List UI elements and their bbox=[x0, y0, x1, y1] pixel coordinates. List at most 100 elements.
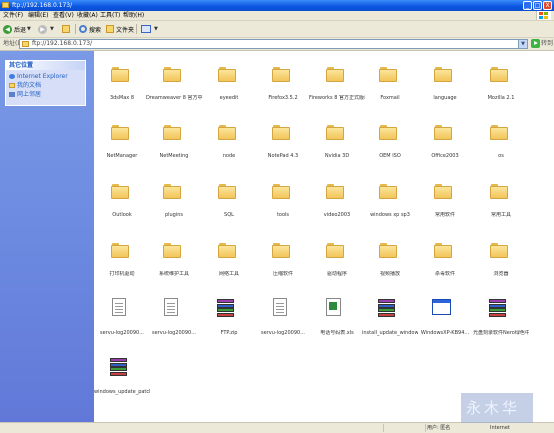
address-bar: 地址(D) ftp://192.168.0.173/ ▼ 转到 bbox=[0, 38, 554, 51]
file-item[interactable]: Office2003 bbox=[417, 109, 473, 167]
file-item[interactable]: Fireworks 8 官方正式版和注册 bbox=[309, 51, 365, 109]
file-item[interactable]: 常用工具 bbox=[473, 168, 529, 226]
file-name: NetManager bbox=[106, 153, 138, 159]
file-item[interactable]: Foxmail bbox=[362, 51, 418, 109]
folders-button[interactable]: 文件夹 bbox=[106, 24, 134, 34]
network-places-icon bbox=[9, 92, 15, 97]
back-arrow-icon: ◀ bbox=[3, 24, 12, 34]
file-item[interactable]: language bbox=[417, 51, 473, 109]
file-name: 浏览器 bbox=[493, 271, 509, 277]
chevron-down-icon: ▼ bbox=[154, 26, 158, 32]
file-item[interactable]: 网络工具 bbox=[201, 227, 257, 285]
file-item[interactable]: 视频播放 bbox=[362, 227, 418, 285]
maximize-button[interactable]: □ bbox=[533, 1, 542, 10]
task-link-my-documents[interactable]: 我的文档 bbox=[9, 82, 41, 89]
file-name: install_update_windows... bbox=[362, 330, 418, 336]
file-name: 杀毒软件 bbox=[434, 271, 455, 277]
folder-icon bbox=[163, 243, 181, 258]
file-item[interactable]: windows_update_patch... bbox=[94, 345, 150, 403]
folders-icon bbox=[106, 25, 114, 33]
file-name: FTP.zip bbox=[220, 330, 238, 336]
task-link-internet-explorer[interactable]: Internet Explorer bbox=[9, 73, 68, 80]
other-places-title[interactable]: 其它位置 bbox=[6, 61, 85, 70]
file-item[interactable]: 系统维护工具 bbox=[146, 227, 202, 285]
file-item[interactable]: 压缩软件 bbox=[255, 227, 311, 285]
task-pane: 其它位置 Internet Explorer 我的文档 网上邻居 bbox=[0, 51, 94, 422]
menu-edit[interactable]: 编辑(E) bbox=[28, 12, 48, 19]
file-item[interactable]: servu-log20090... bbox=[146, 286, 202, 344]
file-item[interactable]: NetMeeting bbox=[146, 109, 202, 167]
file-item[interactable]: Mozilla 2.1 bbox=[473, 51, 529, 109]
file-item[interactable]: FTP.zip bbox=[201, 286, 257, 344]
file-item[interactable]: servu-log20090... bbox=[255, 286, 311, 344]
file-name: 常用工具 bbox=[490, 212, 511, 218]
address-input[interactable]: ftp://192.168.0.173/ ▼ bbox=[19, 39, 528, 49]
file-item[interactable]: 光盘刻录软件Nero绿色中文版.rar bbox=[473, 286, 529, 344]
file-item[interactable]: 驱动程序 bbox=[309, 227, 365, 285]
file-item[interactable]: install_update_windows... bbox=[362, 286, 418, 344]
file-item[interactable]: NetManager bbox=[94, 109, 150, 167]
file-item[interactable]: os bbox=[473, 109, 529, 167]
file-item[interactable]: Outlook bbox=[94, 168, 150, 226]
file-item[interactable]: WindowsXP-KB94... bbox=[417, 286, 473, 344]
menu-favorites[interactable]: 收藏(A) bbox=[77, 12, 98, 19]
folder-icon bbox=[218, 125, 236, 140]
folder-icon bbox=[379, 243, 397, 258]
file-item[interactable]: NotePad 4.3 bbox=[255, 109, 311, 167]
file-item[interactable]: windows xp sp3 bbox=[362, 168, 418, 226]
folder-icon bbox=[272, 184, 290, 199]
file-name: servu-log20090... bbox=[100, 330, 144, 336]
folder-icon bbox=[490, 184, 508, 199]
menu-tools[interactable]: 工具(T) bbox=[100, 12, 120, 19]
file-item[interactable]: video2003 bbox=[309, 168, 365, 226]
folder-icon bbox=[272, 243, 290, 258]
status-cell bbox=[383, 424, 426, 432]
forward-button[interactable]: ▶ ▼ bbox=[38, 24, 54, 34]
file-name: eyeedit bbox=[219, 95, 239, 101]
file-item[interactable]: SQL bbox=[201, 168, 257, 226]
minimize-button[interactable]: _ bbox=[523, 1, 532, 10]
menu-help[interactable]: 帮助(H) bbox=[123, 12, 144, 19]
title-bar: ftp://192.168.0.173/ _ □ X bbox=[0, 0, 554, 11]
status-bar: 用户: 匿名 Internet bbox=[0, 422, 554, 433]
file-item[interactable]: Firefox3.5.2 bbox=[255, 51, 311, 109]
folder-icon bbox=[2, 2, 9, 8]
file-item[interactable]: OEM ISO bbox=[362, 109, 418, 167]
close-button[interactable]: X bbox=[543, 1, 552, 10]
menu-view[interactable]: 查看(V) bbox=[53, 12, 74, 19]
file-name: Mozilla 2.1 bbox=[487, 95, 515, 101]
back-button[interactable]: ◀ 后退 ▼ bbox=[3, 24, 31, 34]
up-folder-button[interactable] bbox=[62, 24, 72, 34]
file-name: windows xp sp3 bbox=[370, 212, 410, 218]
folder-icon bbox=[490, 125, 508, 140]
file-item[interactable]: 常用软件 bbox=[417, 168, 473, 226]
file-item[interactable]: tools bbox=[255, 168, 311, 226]
task-link-label: Internet Explorer bbox=[17, 73, 68, 80]
file-item[interactable]: 杀毒软件 bbox=[417, 227, 473, 285]
file-item[interactable]: servu-log20090... bbox=[94, 286, 150, 344]
file-item[interactable]: plugins bbox=[146, 168, 202, 226]
file-item[interactable]: 3dsMax 8 bbox=[94, 51, 150, 109]
file-item[interactable]: eyeedit bbox=[201, 51, 257, 109]
back-label: 后退 bbox=[14, 26, 27, 34]
file-item[interactable]: node bbox=[201, 109, 257, 167]
file-name: NotePad 4.3 bbox=[267, 153, 299, 159]
menu-file[interactable]: 文件(F) bbox=[3, 12, 23, 19]
search-button[interactable]: 搜索 bbox=[79, 24, 101, 34]
text-document-icon bbox=[273, 298, 287, 316]
views-button[interactable]: ▼ bbox=[141, 24, 158, 34]
folder-icon bbox=[326, 67, 344, 82]
folder-icon bbox=[326, 243, 344, 258]
task-link-network-places[interactable]: 网上邻居 bbox=[9, 91, 41, 98]
go-label[interactable]: 转到 bbox=[541, 40, 553, 48]
file-item[interactable]: Nvidia 3D bbox=[309, 109, 365, 167]
file-item[interactable]: 电话号码表.xls bbox=[309, 286, 365, 344]
file-item[interactable]: 打印机驱动 bbox=[94, 227, 150, 285]
address-dropdown-icon[interactable]: ▼ bbox=[518, 40, 527, 48]
file-item[interactable]: 浏览器 bbox=[473, 227, 529, 285]
chevron-down-icon: ▼ bbox=[50, 26, 54, 32]
go-button[interactable] bbox=[531, 39, 540, 48]
file-name: 视频播放 bbox=[379, 271, 400, 277]
file-name: Firefox3.5.2 bbox=[268, 95, 298, 101]
file-item[interactable]: Dreamweaver 8 官方中文版及注册 bbox=[146, 51, 202, 109]
